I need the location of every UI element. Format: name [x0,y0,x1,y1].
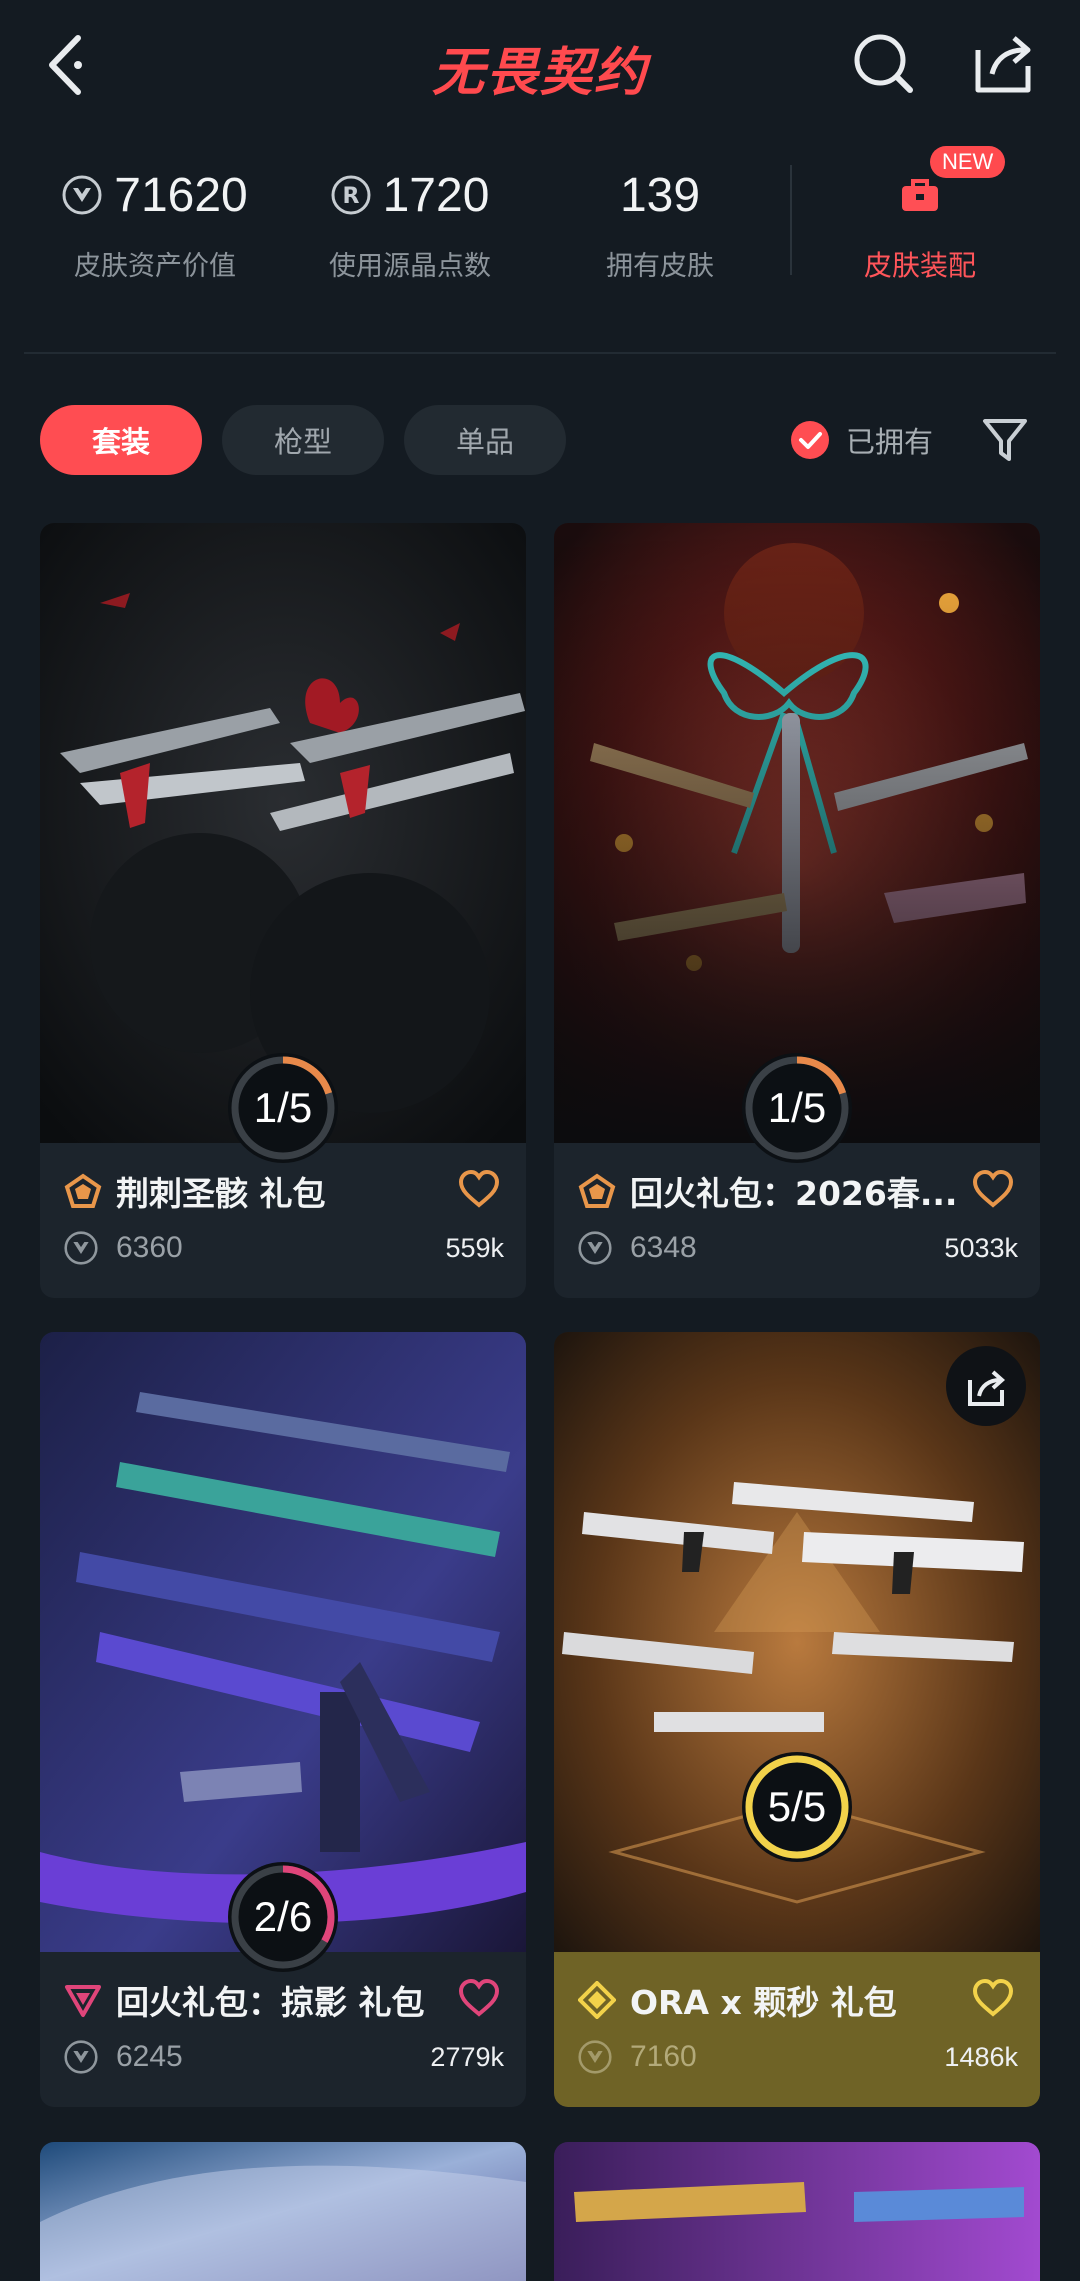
bundle-info: 回火礼包：2026春... 6348 5033k [554,1143,1040,1298]
bundle-price: 7160 [630,2040,697,2073]
new-badge: NEW [930,146,1006,178]
owned-label: 已拥有 [846,425,934,459]
card-share-button[interactable] [946,1346,1026,1426]
asset-value: 71620 [114,168,248,222]
share-icon [968,1370,1006,1406]
bundle-title: 荆刺圣骸 礼包 [116,1174,326,1213]
vp-currency-icon [64,2040,98,2074]
bundle-image [40,1332,526,1952]
bundle-card[interactable] [40,2142,526,2281]
tab-single-items[interactable]: 单品 [404,405,566,475]
bundle-card[interactable]: 1/5 荆刺圣骸 礼包 6360 559k [40,523,526,1298]
like-count: 1486k [944,2042,1018,2072]
tier-triangle-icon [65,1985,101,2017]
radianite-icon: R [331,175,371,215]
app-logo: 无畏契约 [431,42,648,103]
like-count: 559k [445,1233,504,1263]
filter-icon[interactable] [980,413,1030,467]
bundle-price: 6348 [630,1231,697,1264]
vp-currency-icon [578,1231,612,1265]
bundle-image [40,2142,526,2281]
favorite-heart-icon[interactable] [972,1978,1014,2018]
bundle-price: 6360 [116,1231,183,1264]
tier-pentagon-icon [64,1173,102,1208]
category-tabs: 套装 枪型 单品 [40,405,566,475]
favorite-heart-icon[interactable] [458,1169,500,1209]
radianite-label: 使用源晶点数 [329,251,491,282]
vp-currency-icon [578,2040,612,2074]
bundle-image [554,2142,1040,2281]
bundle-info: 回火礼包：掠影 礼包 6245 2779k [40,1952,526,2107]
svg-text:R: R [342,184,359,209]
collection-progress-ring: 5/5 [742,1752,852,1862]
favorite-heart-icon[interactable] [458,1978,500,2018]
owned-skins-stat[interactable]: 139 拥有皮肤 [560,150,760,283]
bundle-title: ORA x 颗秒 礼包 [630,1983,897,2022]
tier-pentagon-icon [578,1173,616,1208]
owned-skins-value: 139 [619,168,701,222]
bundle-image [554,523,1040,1143]
section-divider [24,352,1056,354]
vp-currency-icon [64,1231,98,1265]
stats-divider [790,165,792,275]
bundle-card[interactable] [554,2142,1040,2281]
header-bar: 无畏契约 [0,0,1080,130]
search-icon[interactable] [850,30,916,96]
bundle-title: 回火礼包：2026春... [630,1174,958,1213]
bundle-price: 6245 [116,2040,183,2073]
tier-diamond-icon [578,1981,616,2019]
bundle-image [40,523,526,1143]
skin-equip-label: 皮肤装配 [863,249,976,282]
bundle-title: 回火礼包：掠影 礼包 [116,1983,425,2022]
bundle-card[interactable]: 2/6 回火礼包：掠影 礼包 6245 2779k [40,1332,526,2107]
favorite-heart-icon[interactable] [972,1169,1014,1209]
check-circle-icon [791,421,829,459]
bundle-info: ORA x 颗秒 礼包 7160 1486k [554,1952,1040,2107]
asset-value-label: 皮肤资产价值 [74,251,236,282]
tab-bundles[interactable]: 套装 [40,405,202,475]
share-icon[interactable] [970,30,1036,96]
bundle-card[interactable]: 5/5 ORA x 颗秒 礼包 7160 1486k [554,1332,1040,2107]
like-count: 2779k [430,2042,504,2072]
radianite-value: 1720 [382,168,490,222]
tab-weapon-type[interactable]: 枪型 [222,405,384,475]
like-count: 5033k [944,1233,1018,1263]
owned-skins-label: 拥有皮肤 [606,251,714,282]
collection-progress: 5/5 [767,1783,827,1830]
bundle-card[interactable]: 1/5 回火礼包：2026春... 6348 5033k [554,523,1040,1298]
asset-value-stat[interactable]: 71620 皮肤资产价值 [50,150,260,283]
bundle-info: 荆刺圣骸 礼包 6360 559k [40,1143,526,1298]
radianite-stat[interactable]: R 1720 使用源晶点数 [305,150,515,283]
briefcase-icon [902,179,938,211]
vp-currency-icon [62,175,102,215]
owned-toggle[interactable]: 已拥有 [790,415,933,465]
